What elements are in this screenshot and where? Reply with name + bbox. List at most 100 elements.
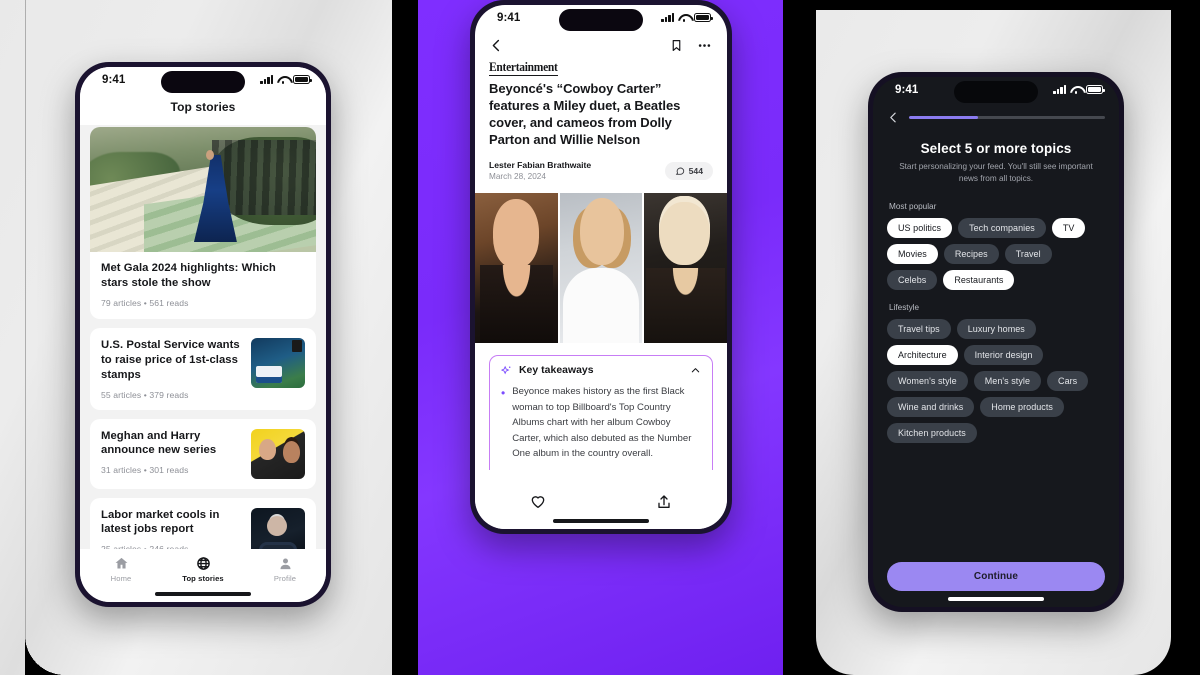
group-label-lifestyle: Lifestyle [889,302,920,312]
article-category-label[interactable]: Entertainment [489,60,558,76]
phone-mockup-article: 9:41 Entertainment Beyoncé's “Cowboy Car… [470,0,732,534]
topic-chip[interactable]: Luxury homes [956,318,1036,339]
chevron-left-icon[interactable] [489,38,504,53]
collage-photo-dolly [644,193,727,344]
topic-chip[interactable]: Celebs [887,269,938,290]
home-indicator [873,591,1119,607]
dynamic-island [161,71,245,93]
tab-top-stories[interactable]: Top stories [162,556,244,583]
panel-left-showcase: 9:41 Top stories Met Gala 2024 highlight… [0,0,392,675]
topic-groups: Most popular US politics Tech companies TV… [873,202,1119,551]
story-meta: 55 articles • 379 reads [101,389,189,400]
table-row[interactable]: Labor market cools in latest jobs report… [90,497,316,549]
topic-chip[interactable]: Men's style [973,370,1042,391]
article-byline-row: Lester Fabian Brathwaite March 28, 2024 … [489,160,713,181]
wifi-icon [1070,85,1082,94]
battery-icon [1086,85,1105,94]
topic-chip[interactable]: Interior design [963,344,1044,365]
article-nav-bar [475,35,727,58]
progress-fill [909,115,978,120]
more-horizontal-icon[interactable] [696,38,713,53]
cellular-signal-icon [1053,85,1066,94]
home-indicator [80,586,326,602]
collage-photo-beyonce [559,193,643,344]
comments-count: 544 [688,165,703,176]
topic-chip[interactable]: Architecture [887,344,958,365]
status-indicators [661,13,713,22]
share-icon[interactable] [656,494,672,510]
top-stories-feed[interactable]: Met Gala 2024 highlights: Which stars st… [80,125,326,549]
continue-button[interactable]: Continue [887,562,1105,591]
tab-home[interactable]: Home [80,556,162,583]
topic-chip[interactable]: Travel tips [887,318,951,339]
comments-badge[interactable]: 544 [664,161,713,180]
panel-seam [25,0,26,675]
heart-icon[interactable] [530,494,546,510]
chevron-up-icon[interactable] [690,365,701,376]
topic-chip[interactable]: Recipes [943,243,999,264]
page-subtitle: Start personalizing your feed. You'll st… [899,162,1093,184]
globe-icon [196,557,210,570]
topic-chip[interactable]: Restaurants [943,269,1015,290]
dynamic-island [954,81,1038,103]
article-date: March 28, 2024 [489,172,546,182]
page-title: Select 5 or more topics [920,141,1072,156]
topic-chip[interactable]: US politics [887,217,953,238]
topic-chip[interactable]: Movies [887,243,938,264]
topic-chip[interactable]: Travel [1004,243,1052,264]
tab-profile-label: Profile [273,574,297,583]
key-takeaways-header[interactable]: Key takeaways [501,365,701,376]
dynamic-island [559,9,643,31]
topic-chip[interactable]: Women's style [887,370,968,391]
battery-icon [293,75,312,84]
story-title: U.S. Postal Service wants to raise price… [101,338,240,381]
group-label-most-popular: Most popular [889,201,937,211]
topic-chip[interactable]: Wine and drinks [887,396,975,417]
table-row[interactable]: U.S. Postal Service wants to raise price… [90,327,316,410]
phone1-status-bar: 9:41 [80,67,326,97]
home-icon [115,557,127,569]
topic-chip[interactable]: Cars [1047,370,1089,391]
tab-profile[interactable]: Profile [244,556,326,583]
onboarding-progress-bar [909,115,1105,120]
topic-chip[interactable]: Kitchen products [887,422,977,443]
sparkle-icon [501,365,511,375]
story-meta: 31 articles • 301 reads [101,465,189,476]
article-action-bar [475,485,727,513]
story-thumbnail-meghan-harry [251,428,305,479]
article-author: Lester Fabian Brathwaite [489,160,592,171]
phone-mockup-topics: 9:41 Select 5 or more topics Start perso… [868,72,1124,612]
phone1-screen: 9:41 Top stories Met Gala 2024 highlight… [80,67,326,602]
hero-story-card[interactable]: Met Gala 2024 highlights: Which stars st… [90,127,316,319]
chevron-left-icon[interactable] [887,111,900,124]
status-time: 9:41 [497,12,521,24]
story-thumbnail-usps [251,337,305,388]
phone3-screen: 9:41 Select 5 or more topics Start perso… [873,77,1119,607]
status-indicators [260,75,312,84]
article-headline: Beyoncé's “Cowboy Carter” features a Mil… [489,81,681,148]
key-takeaways-title: Key takeaways [519,365,594,377]
collage-photo-miley [475,193,558,344]
cellular-signal-icon [661,13,674,22]
page-title: Top stories [80,97,326,125]
hero-story-title: Met Gala 2024 highlights: Which stars st… [101,262,276,289]
table-row[interactable]: Meghan and Harry announce new series 31 … [90,418,316,489]
topic-chip-group-most-popular: US politics Tech companies TV Movies Recipes… [887,217,1105,290]
key-takeaways-panel[interactable]: Key takeaways • Beyonce makes history as… [489,355,713,470]
panel-right-showcase: 9:41 Select 5 or more topics Start perso… [816,10,1171,675]
article-image-collage [475,193,727,344]
phone2-screen: 9:41 Entertainment Beyoncé's “Cowboy Car… [475,5,727,529]
onboarding-nav [873,107,1119,124]
topic-chip[interactable]: TV [1051,217,1086,238]
status-indicators [1053,85,1105,94]
cellular-signal-icon [260,75,273,84]
tab-home-label: Home [110,574,132,583]
topic-chip[interactable]: Home products [980,396,1064,417]
home-indicator [475,513,727,529]
screenshot-stage: 9:41 Top stories Met Gala 2024 highlight… [0,0,1200,675]
wifi-icon [277,75,289,84]
battery-icon [694,13,713,22]
bookmark-icon[interactable] [670,38,683,53]
topic-chip[interactable]: Tech companies [958,217,1046,238]
comment-icon [675,167,684,175]
